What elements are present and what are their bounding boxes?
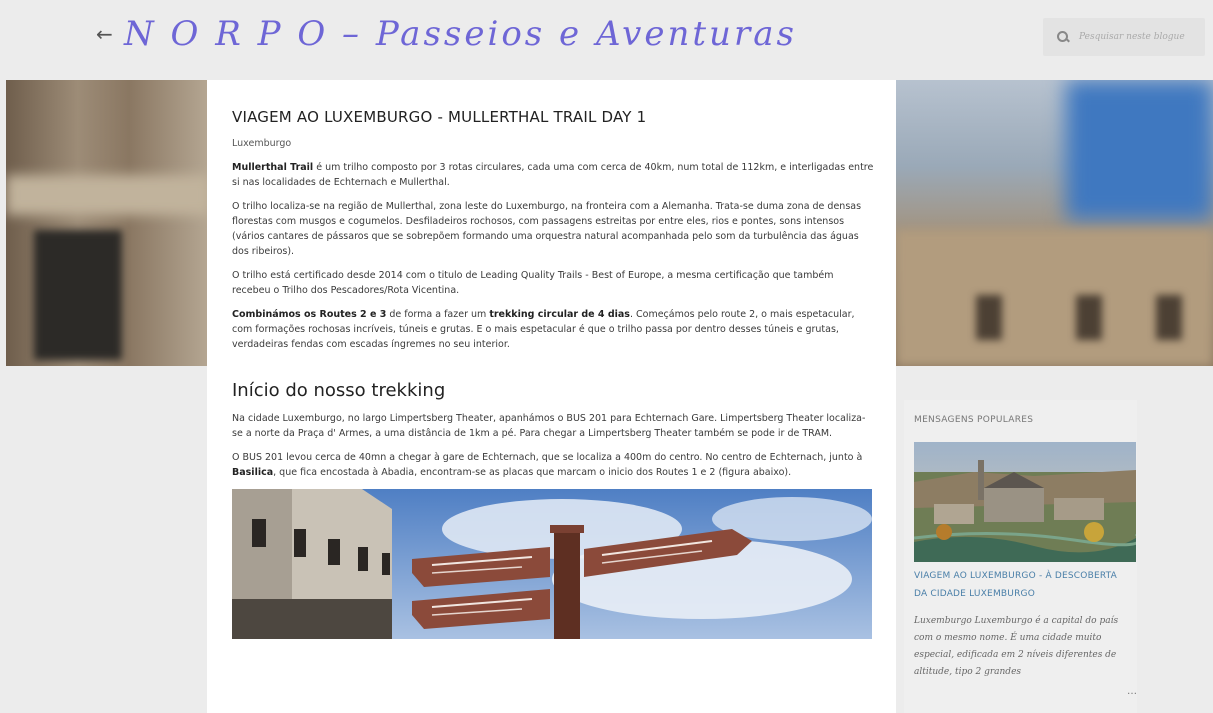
post-title: VIAGEM AO LUXEMBURGO - MULLERTHAL TRAIL …	[232, 108, 647, 126]
post-paragraph: O BUS 201 levou cerca de 40mn a chegar à…	[232, 450, 874, 480]
hero-window	[34, 230, 122, 360]
popular-post-thumbnail[interactable]	[914, 442, 1136, 562]
more-ellipsis[interactable]: …	[1127, 686, 1137, 697]
back-arrow-icon[interactable]: ←	[96, 22, 113, 46]
hero-left-building	[6, 80, 211, 366]
paragraph-text: O BUS 201 levou cerca de 40mn a chegar à…	[232, 452, 863, 463]
hero-window	[1076, 295, 1102, 340]
paragraph-text: de forma a fazer um	[386, 309, 490, 320]
bold-text: trekking circular de 4 dias	[489, 309, 630, 320]
popular-post-title-link[interactable]: VIAGEM AO LUXEMBURGO - À DESCOBERTA DA C…	[914, 567, 1130, 603]
hero-window	[1156, 295, 1182, 340]
bold-text: Combinámos os Routes 2 e 3	[232, 309, 387, 320]
trail-signpost-image	[232, 489, 872, 639]
post-paragraph: Combinámos os Routes 2 e 3 de forma a fa…	[232, 307, 874, 352]
paragraph-text: , que fica encostada à Abadia, encontram…	[273, 467, 792, 478]
search-input[interactable]: Pesquisar neste blogue	[1043, 18, 1205, 56]
section-heading: Início do nosso trekking	[232, 380, 446, 401]
hero-sky	[1066, 80, 1213, 220]
blog-header: ← N O R P O – Passeios e Aventuras Pesqu…	[0, 0, 1213, 80]
bold-text: Basilica	[232, 467, 274, 478]
sidebar-heading: MENSAGENS POPULARES	[914, 415, 1034, 425]
post-label[interactable]: Luxemburgo	[232, 138, 874, 149]
post-paragraph: O trilho localiza-se na região de Muller…	[232, 201, 862, 257]
post-paragraph: Mullerthal Trail é um trilho composto po…	[232, 160, 874, 190]
blog-post: VIAGEM AO LUXEMBURGO - MULLERTHAL TRAIL …	[207, 80, 896, 713]
search-placeholder: Pesquisar neste blogue	[1079, 32, 1185, 42]
trail-signpost-photo[interactable]	[232, 489, 872, 639]
bold-text: Mullerthal Trail	[232, 162, 314, 173]
blog-title-link[interactable]: N O R P O – Passeios e Aventuras	[124, 14, 797, 54]
search-icon[interactable]	[1057, 31, 1069, 43]
paragraph-text: é um trilho composto por 3 rotas circula…	[232, 162, 874, 188]
popular-posts-widget: MENSAGENS POPULARES VIAGEM AO LUXEMBURGO…	[904, 400, 1137, 713]
popular-post-snippet: Luxemburgo Luxemburgo é a capital do paí…	[914, 616, 1119, 677]
post-paragraph: Na cidade Luxemburgo, no largo Limpertsb…	[232, 413, 866, 439]
hero-right-building	[896, 80, 1213, 366]
post-paragraph: O trilho está certificado desde 2014 com…	[232, 270, 834, 296]
hero-band	[6, 175, 211, 215]
luxembourg-city-image	[914, 442, 1136, 562]
hero-window	[976, 295, 1002, 340]
